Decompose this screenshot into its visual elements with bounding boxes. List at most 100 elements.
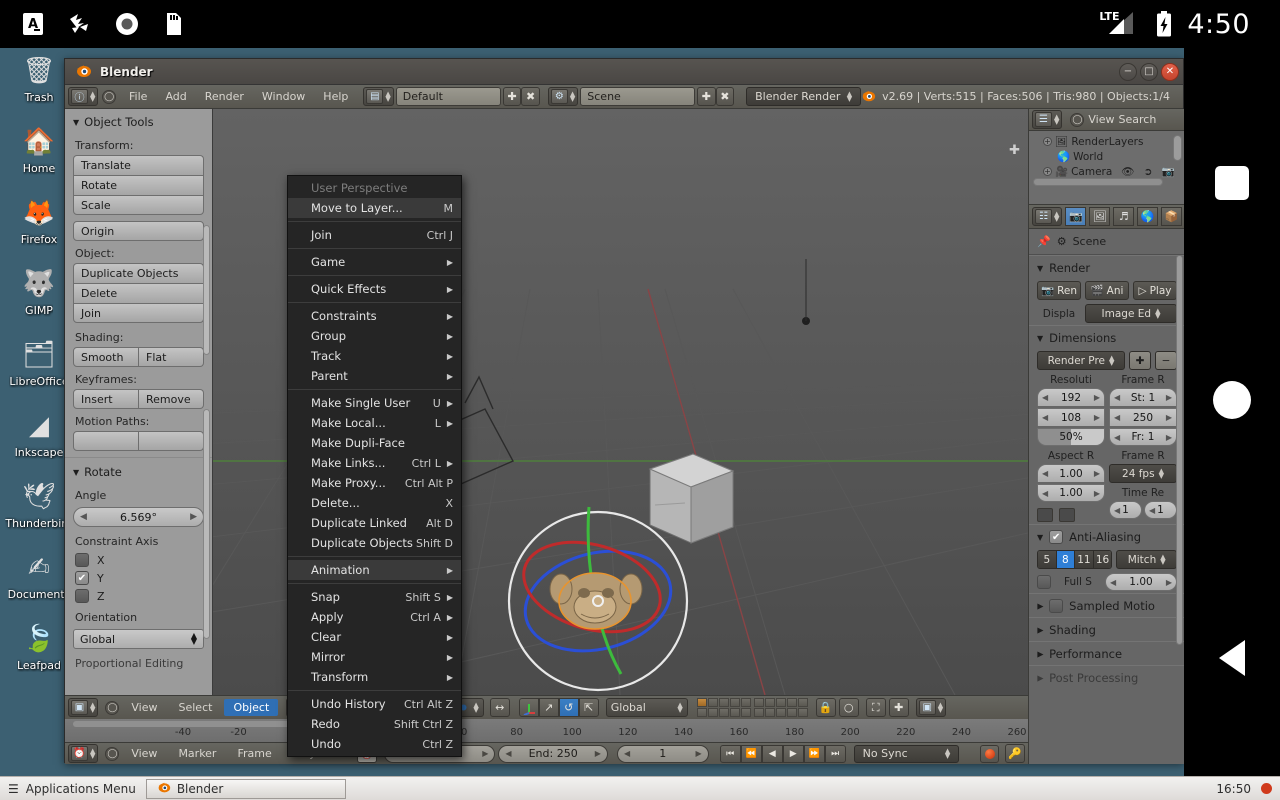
collapse-menu-icon[interactable]: ◯	[105, 700, 120, 715]
translate-manipulator-icon[interactable]: ↗	[538, 698, 559, 717]
menu-item-group[interactable]: Group ▶	[288, 326, 461, 346]
menu-item-make-proxy[interactable]: Make Proxy... Ctrl Alt P	[288, 473, 461, 493]
lock-object-modes-icon[interactable]: 🔒	[815, 698, 836, 717]
delete-layout-button[interactable]: ✖	[521, 87, 540, 106]
layer-cell[interactable]	[718, 698, 729, 707]
object-tab-icon[interactable]: 📦	[1161, 207, 1182, 226]
clear-paths-button[interactable]	[139, 431, 204, 451]
add-layout-button[interactable]: ✚	[502, 87, 522, 106]
decrement-arrow-icon[interactable]: ◀	[1114, 433, 1120, 442]
decrement-arrow-icon[interactable]: ◀	[1114, 506, 1120, 515]
world-tab-icon[interactable]: 🌎	[1137, 207, 1159, 226]
jump-to-start-button[interactable]: ⏮	[719, 744, 741, 763]
collapse-menu-icon[interactable]: ◯	[102, 89, 117, 104]
antialiasing-panel-header[interactable]: ▼ ✔ Anti-Aliasing	[1029, 524, 1185, 548]
add-preset-button[interactable]: ✚	[1129, 351, 1151, 370]
object-options-selector[interactable]: ▣ ▲ ▼	[915, 698, 947, 717]
screen-layout-field[interactable]: Default	[395, 87, 501, 106]
render-animation-button[interactable]: 🎬 Ani	[1085, 281, 1129, 300]
sampled-motion-blur-checkbox[interactable]	[1049, 599, 1064, 613]
collapse-menu-icon[interactable]: ◯	[105, 746, 120, 761]
snap-during-transform-icon[interactable]: ↔	[489, 698, 510, 717]
checkbox-y[interactable]: ✔	[75, 571, 89, 585]
time-remap-old-field[interactable]: ◀ 1	[1109, 501, 1142, 519]
minimize-button[interactable]: −	[1119, 62, 1137, 81]
layer-cell[interactable]	[707, 698, 718, 707]
layer-block-right[interactable]	[753, 698, 808, 717]
delete-button[interactable]: Delete	[73, 283, 204, 303]
menu-item-quick-effects[interactable]: Quick Effects ▶	[288, 279, 461, 299]
resolution-y-field[interactable]: ◀ 108 ▶	[1037, 408, 1105, 426]
menu-item-apply[interactable]: Apply Ctrl A ▶	[288, 607, 461, 627]
pin-icon[interactable]: 📌	[1037, 235, 1051, 248]
orientation-dropdown[interactable]: Global ▲ ▼	[73, 629, 204, 649]
applications-menu-button[interactable]: ☰ Applications Menu	[0, 777, 146, 800]
layer-block-left[interactable]	[696, 698, 751, 717]
delete-scene-button[interactable]: ✖	[715, 87, 735, 106]
record-button[interactable]	[980, 744, 1000, 763]
next-keyframe-button[interactable]: ⏩	[803, 744, 825, 763]
increment-arrow-icon[interactable]: ▶	[1166, 433, 1172, 442]
render-border-icon[interactable]: ⛶	[865, 698, 886, 717]
taskbar-window-blender[interactable]: Blender	[145, 778, 346, 799]
menu-item-duplicate-linked[interactable]: Duplicate Linked Alt D	[288, 513, 461, 533]
menu-item-user-perspective[interactable]: User Perspective	[288, 178, 461, 198]
decrement-arrow-icon[interactable]: ◀	[505, 749, 511, 758]
menu-window[interactable]: Window	[253, 88, 314, 105]
home-circle-icon[interactable]	[1213, 381, 1251, 419]
checkbox-z[interactable]	[75, 589, 89, 603]
frame-step-field[interactable]: ◀ Fr: 1 ▶	[1109, 428, 1177, 446]
back-triangle-icon[interactable]	[1219, 640, 1245, 676]
scale-manipulator-icon[interactable]: ⇱	[578, 698, 599, 717]
viewport-editor-type-selector[interactable]: ▣ ▲ ▼	[68, 698, 99, 717]
render-engine-selector[interactable]: Blender Render ▲ ▼	[746, 87, 862, 106]
filter-size-field[interactable]: ◀ 1.00 ▶	[1105, 573, 1177, 591]
decrement-arrow-icon[interactable]: ◀	[80, 512, 87, 522]
current-frame-field[interactable]: ◀ 1 ▶	[616, 744, 709, 763]
aa-sample-5[interactable]: 5	[1038, 551, 1057, 568]
outliner-row-world[interactable]: 🌎 World	[1029, 149, 1185, 164]
expand-icon[interactable]: +	[1043, 137, 1052, 146]
aspect-x-field[interactable]: ◀ 1.00 ▶	[1037, 464, 1105, 482]
properties-editor-type-selector[interactable]: ☷ ▲ ▼	[1032, 207, 1063, 226]
increment-arrow-icon[interactable]: ▶	[190, 512, 197, 522]
menu-item-clear[interactable]: Clear ▶	[288, 627, 461, 647]
aa-filter-selector[interactable]: Mitch ▲ ▼	[1116, 550, 1177, 569]
menu-item-snap[interactable]: Snap Shift S ▶	[288, 587, 461, 607]
decrement-arrow-icon[interactable]: ◀	[1042, 413, 1048, 422]
menu-item-make-links[interactable]: Make Links... Ctrl L ▶	[288, 453, 461, 473]
proportional-edit-icon[interactable]: ○	[838, 698, 859, 717]
layer-cell[interactable]	[740, 698, 751, 707]
timeline-ruler[interactable]: -40-200204060801001201401601802002202402…	[65, 719, 1028, 743]
menu-help[interactable]: Help	[314, 88, 357, 105]
increment-arrow-icon[interactable]: ▶	[482, 749, 488, 758]
menu-item-make-dupli-face[interactable]: Make Dupli-Face	[288, 433, 461, 453]
smooth-button[interactable]: Smooth	[73, 347, 139, 367]
expand-icon[interactable]: +	[1043, 167, 1052, 176]
frame-rate-selector[interactable]: 24 fps ▲ ▼	[1109, 464, 1177, 483]
layer-cell[interactable]	[696, 708, 707, 717]
menu-file[interactable]: File	[120, 88, 156, 105]
viewport-expand-icon[interactable]: ✚	[1009, 143, 1020, 158]
viewport-menu-object[interactable]: Object	[224, 699, 279, 716]
editor-type-selector[interactable]: ⓘ ▲ ▼	[68, 87, 99, 106]
play-button[interactable]: ▶	[782, 744, 804, 763]
renderable-camera-icon[interactable]: 📷	[1161, 165, 1174, 178]
menu-item-mirror[interactable]: Mirror ▶	[288, 647, 461, 667]
display-mode-selector[interactable]: Image Ed ▲ ▼	[1085, 304, 1177, 323]
menu-item-move-to-layer[interactable]: Move to Layer... M	[288, 198, 461, 218]
render-preset-selector[interactable]: Render Pre ▲ ▼	[1037, 351, 1125, 370]
layer-cell[interactable]	[729, 708, 740, 717]
aa-samples-group[interactable]: 5 8 11 16	[1037, 550, 1113, 569]
timeline-menu-marker[interactable]: Marker	[169, 745, 225, 762]
visibility-eye-icon[interactable]: 👁	[1121, 165, 1134, 178]
translate-button[interactable]: Translate	[73, 155, 204, 175]
checkbox-x[interactable]	[75, 553, 89, 567]
layer-cell[interactable]	[764, 708, 775, 717]
timeline-editor-type-selector[interactable]: ⏰ ▲ ▼	[68, 744, 99, 763]
aspect-y-field[interactable]: ◀ 1.00 ▶	[1037, 484, 1105, 502]
render-tab-icon[interactable]: 📷	[1065, 207, 1087, 226]
timeline-menu-frame[interactable]: Frame	[228, 745, 280, 762]
increment-arrow-icon[interactable]: ▶	[595, 749, 601, 758]
menu-add[interactable]: Add	[156, 88, 195, 105]
